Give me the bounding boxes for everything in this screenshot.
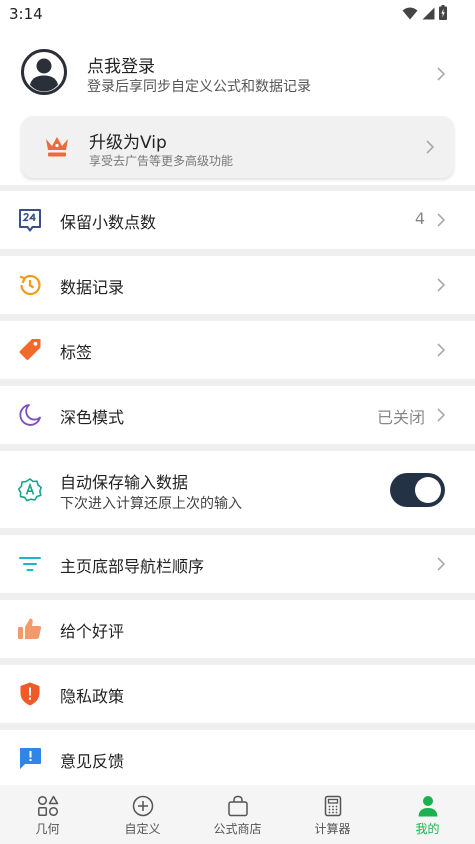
decimal-places-value: 4 — [414, 209, 425, 228]
autosave-row: 自动保存输入数据 下次进入计算还原上次的输入 — [0, 451, 475, 528]
chevron-right-icon — [436, 407, 446, 423]
vip-title: 升级为Vip — [89, 133, 167, 153]
status-icons — [402, 4, 447, 24]
tab-mine[interactable]: 我的 — [380, 785, 475, 844]
moon-icon — [17, 402, 43, 428]
badge-a-icon — [17, 477, 43, 503]
feedback-row[interactable]: 意见反馈 — [0, 730, 475, 785]
shopping-bag-icon — [226, 794, 250, 818]
nav-order-row[interactable]: 主页底部导航栏顺序 — [0, 535, 475, 593]
thumbs-up-icon — [17, 616, 43, 642]
tab-custom[interactable]: 自定义 — [95, 785, 190, 844]
chevron-right-icon — [425, 139, 435, 155]
tab-label: 计算器 — [314, 822, 351, 836]
data-history-row[interactable]: 数据记录 — [0, 256, 475, 314]
profile-card: 点我登录 登录后享同步自定义公式和数据记录 升级为Vip 享受去广告等更多高级功… — [0, 28, 475, 185]
decimal-places-row[interactable]: 保留小数点数 4 — [0, 191, 475, 249]
signal-icon — [422, 5, 435, 24]
tab-formula-store[interactable]: 公式商店 — [190, 785, 285, 844]
toggle-knob — [415, 477, 441, 503]
add-circle-icon — [131, 794, 155, 818]
chevron-right-icon — [436, 66, 446, 82]
tab-label: 我的 — [415, 822, 440, 836]
tab-label: 自定义 — [124, 822, 161, 836]
upgrade-vip-button[interactable]: 升级为Vip 享受去广告等更多高级功能 — [21, 116, 454, 178]
tags-label: 标签 — [60, 343, 93, 362]
crown-icon — [44, 135, 70, 159]
wifi-icon — [402, 5, 418, 24]
tag-icon — [17, 337, 43, 363]
nav-order-label: 主页底部导航栏顺序 — [60, 557, 205, 576]
bottom-tab-bar: 几何 自定义 公式商店 计算器 我的 — [0, 785, 475, 844]
chevron-right-icon — [436, 342, 446, 358]
login-title: 点我登录 — [87, 57, 155, 77]
decimal-places-label: 保留小数点数 — [60, 213, 157, 232]
history-clock-icon — [17, 272, 43, 298]
tags-row[interactable]: 标签 — [0, 321, 475, 379]
feedback-label: 意见反馈 — [60, 752, 125, 771]
autosave-subtitle: 下次进入计算还原上次的输入 — [60, 496, 242, 512]
login-subtitle: 登录后享同步自定义公式和数据记录 — [87, 79, 311, 95]
autosave-label: 自动保存输入数据 — [60, 473, 189, 492]
status-bar: 3:14 — [0, 0, 475, 28]
dark-mode-label: 深色模式 — [60, 408, 125, 427]
dark-mode-value: 已关闭 — [376, 408, 425, 427]
autosave-toggle[interactable] — [390, 473, 445, 507]
rate-label: 给个好评 — [60, 622, 125, 641]
login-row[interactable]: 点我登录 登录后享同步自定义公式和数据记录 — [0, 42, 475, 106]
privacy-label: 隐私政策 — [60, 687, 125, 706]
dark-mode-row[interactable]: 深色模式 已关闭 — [0, 386, 475, 444]
battery-icon — [439, 4, 447, 24]
avatar-icon — [21, 49, 67, 95]
tab-label: 几何 — [35, 822, 60, 836]
tab-geometry[interactable]: 几何 — [0, 785, 95, 844]
tab-calculator[interactable]: 计算器 — [285, 785, 380, 844]
calendar-24-icon — [17, 207, 43, 233]
calculator-icon — [321, 794, 345, 818]
vip-subtitle: 享受去广告等更多高级功能 — [89, 154, 234, 168]
feedback-bubble-icon — [17, 746, 43, 772]
person-icon — [416, 794, 440, 818]
privacy-row[interactable]: 隐私政策 — [0, 665, 475, 723]
shapes-icon — [36, 794, 60, 818]
chevron-right-icon — [436, 277, 446, 293]
rate-row[interactable]: 给个好评 — [0, 600, 475, 658]
data-history-label: 数据记录 — [60, 278, 125, 297]
chevron-right-icon — [436, 556, 446, 572]
chevron-right-icon — [436, 212, 446, 228]
filter-lines-icon — [17, 551, 43, 577]
tab-label: 公式商店 — [213, 822, 262, 836]
status-time: 3:14 — [9, 5, 43, 23]
shield-icon — [17, 681, 43, 707]
